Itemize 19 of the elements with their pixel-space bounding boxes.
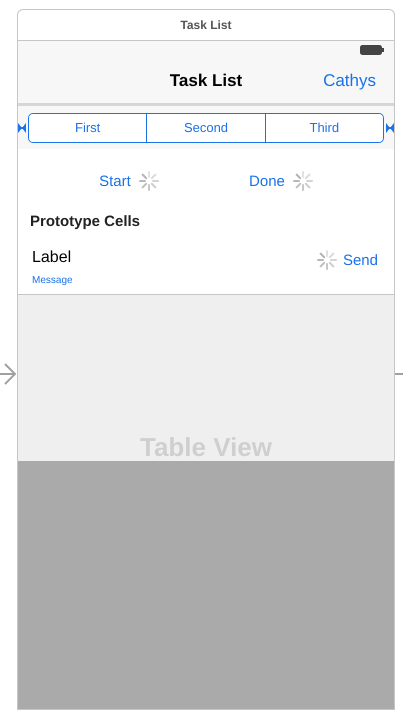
segment[interactable]: First (29, 114, 146, 142)
window-title: Task List (180, 18, 232, 32)
constraint-icon (18, 122, 26, 132)
nav-title: Task List (170, 71, 242, 91)
arrow-icon (0, 362, 16, 386)
action-button[interactable]: Done (249, 172, 285, 190)
segment[interactable]: Second (146, 114, 265, 142)
segment[interactable]: Third (264, 114, 383, 142)
spinner-icon (292, 171, 313, 191)
send-button[interactable]: Send (342, 252, 378, 268)
spinner-icon (138, 171, 159, 191)
battery-icon (360, 45, 384, 55)
cell-subtitle: Message (32, 275, 73, 286)
constraint-icon (386, 122, 394, 132)
spinner-icon (316, 250, 337, 270)
section-header: Prototype Cells (30, 213, 140, 230)
cell-title: Label (32, 249, 72, 267)
action-button[interactable]: Start (99, 172, 131, 190)
nav-button[interactable]: Cathys (323, 71, 376, 91)
